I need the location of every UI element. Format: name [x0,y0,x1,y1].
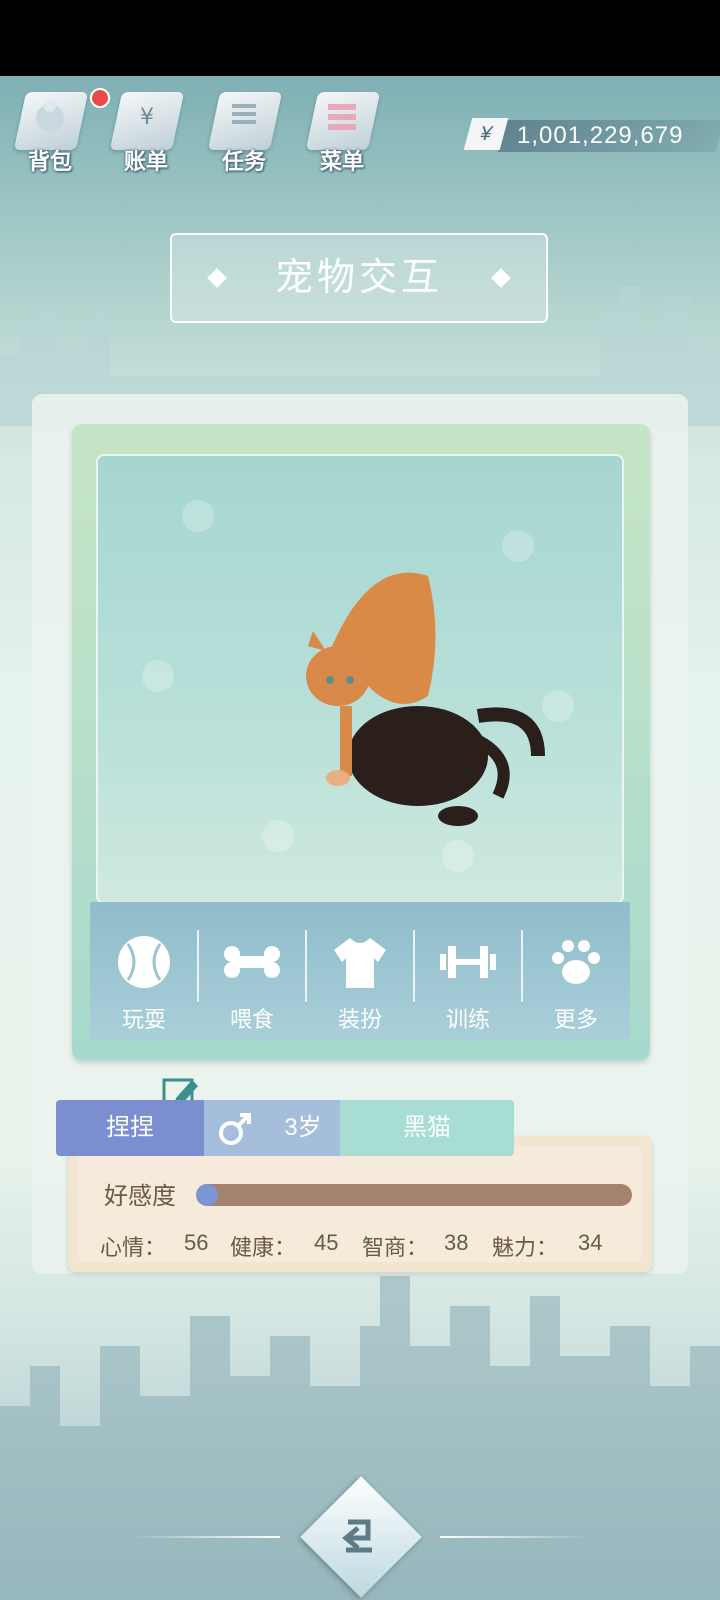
menu-button[interactable]: 菜单 [302,86,382,176]
back-line-right [440,1536,590,1538]
charm-value: 34 [578,1230,603,1255]
dumbbell-icon [440,946,496,978]
action-bar: 玩耍 喂食 装扮 训练 更多 [90,902,630,1040]
mood-label: 心情： [100,1235,167,1260]
bill-button[interactable]: ¥ 账单 [106,86,186,176]
stats-panel: 好感度 心情： 56 健康： 45 智商： 38 魅力： 34 [68,1136,652,1272]
balance-amount: 1,001,229,679 [517,122,684,149]
return-arrow-icon [342,1519,372,1553]
feed-button[interactable]: 喂食 [198,902,306,1040]
pet-scene [142,500,574,872]
back-line-left [130,1536,280,1538]
menu-label: 菜单 [319,149,364,174]
train-button[interactable]: 训练 [414,902,522,1040]
stats-inner: 好感度 心情： 56 健康： 45 智商： 38 魅力： 34 [78,1146,642,1262]
pet-breed: 黑猫 [340,1100,514,1156]
pet-info-bar: 捏捏 3岁 黑猫 [56,1100,514,1156]
task-icon [232,104,256,124]
gender-badge [204,1100,266,1156]
play-label: 玩耍 [121,1007,166,1032]
bill-icon: ¥ [140,105,154,130]
paw-icon [552,940,600,984]
train-label: 训练 [445,1007,490,1032]
dress-button[interactable]: 装扮 [306,902,414,1040]
menu-icon [328,104,356,130]
status-bar [0,0,720,76]
svg-text:¥: ¥ [140,105,154,130]
pet-viewport[interactable] [96,454,624,904]
black-cat [348,706,545,826]
favor-progress-fill [196,1184,218,1206]
shirt-icon [334,938,386,988]
charm-label: 魅力： [492,1235,559,1260]
task-button[interactable]: 任务 [204,86,284,176]
favor-progress-bar [196,1184,632,1206]
pet-age: 3岁 [266,1100,340,1156]
backpack-button[interactable]: 背包 [10,86,90,176]
health-label: 健康： [230,1235,297,1260]
mood-value: 56 [184,1230,209,1255]
task-label: 任务 [221,149,266,174]
iq-value: 38 [444,1230,469,1255]
iq-label: 智商： [362,1235,429,1260]
backpack-icon [36,100,64,132]
more-label: 更多 [553,1007,598,1032]
backpack-label: 背包 [27,149,72,174]
feed-label: 喂食 [229,1007,274,1032]
more-button[interactable]: 更多 [522,902,630,1040]
page-title: 宠物交互 [274,257,443,299]
male-icon [219,1113,251,1145]
dress-label: 装扮 [337,1007,382,1032]
pet-name[interactable]: 捏捏 [56,1100,204,1156]
ball-icon [118,936,170,988]
bill-label: 账单 [123,149,168,174]
health-value: 45 [314,1230,339,1255]
page-title-banner: 宠物交互 [170,233,548,323]
favor-label: 好感度 [104,1183,176,1210]
currency-display: ¥ 1,001,229,679 [462,118,720,154]
play-button[interactable]: 玩耍 [90,902,198,1040]
bone-icon [224,946,280,978]
